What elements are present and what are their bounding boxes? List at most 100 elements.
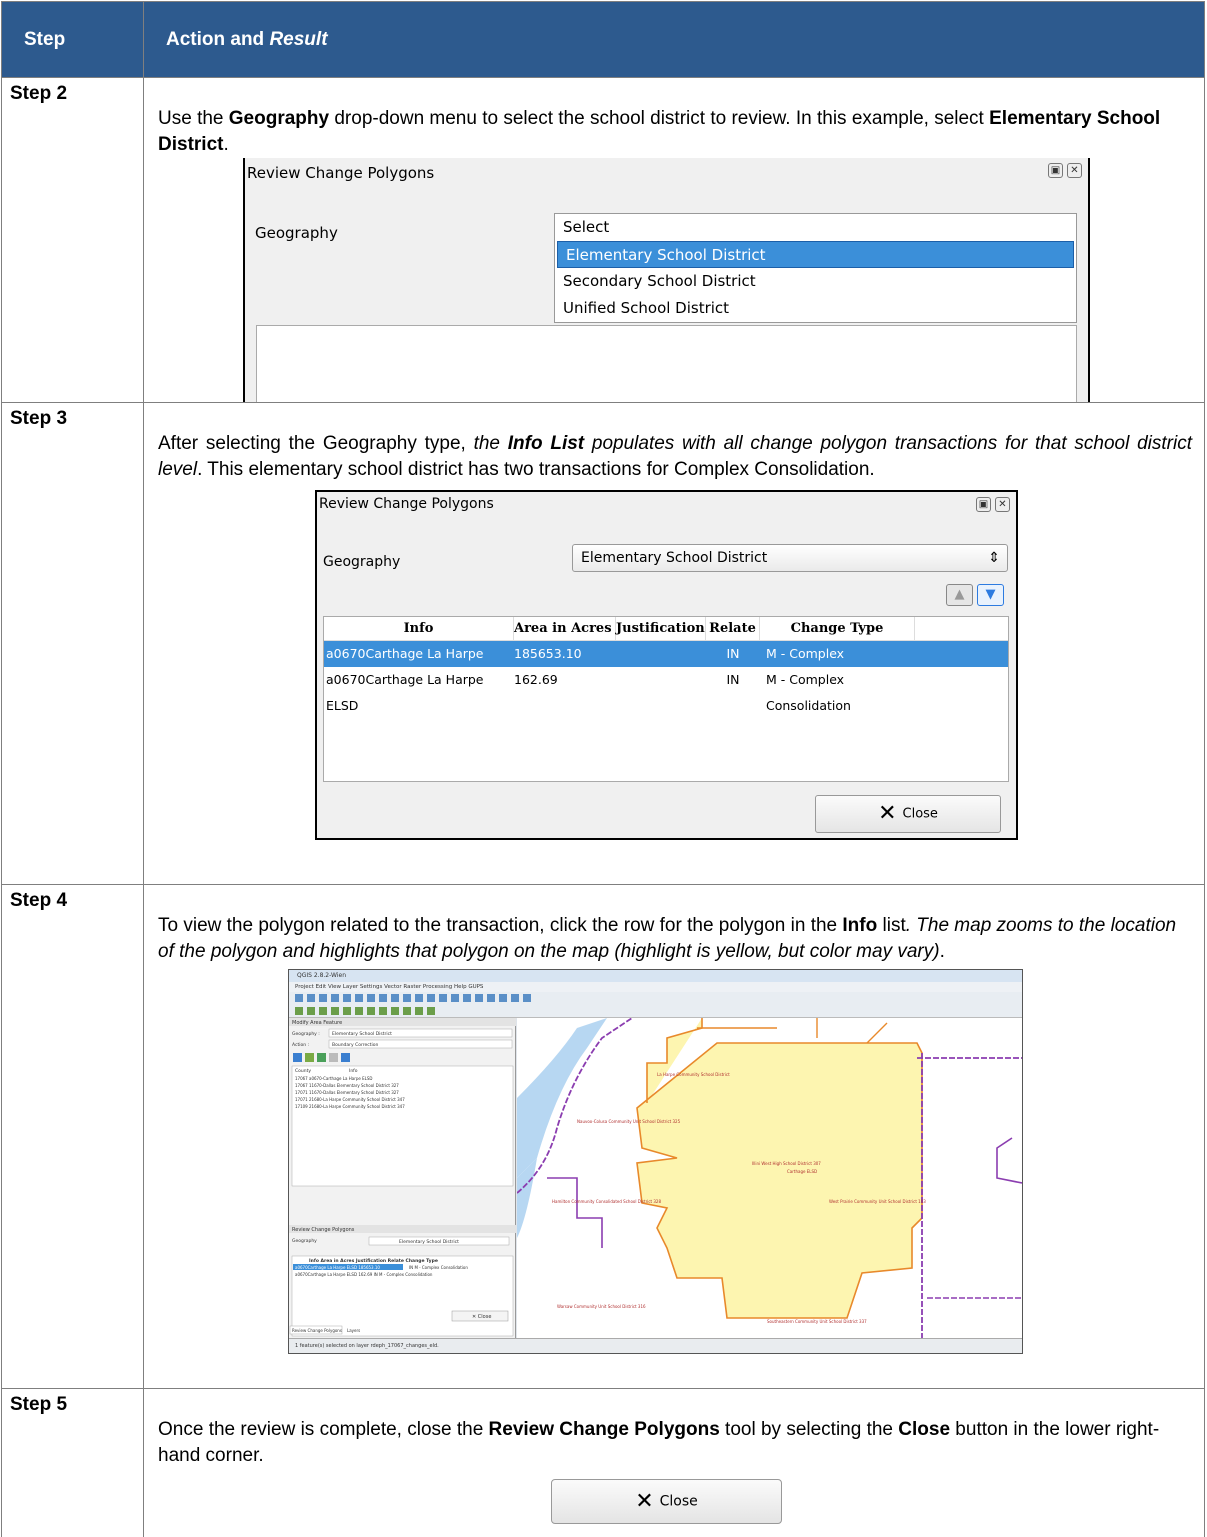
step-content: Use the Geography drop-down menu to sele…	[143, 77, 1205, 403]
svg-text:a0670Carthage La Harpe ELSD 16: a0670Carthage La Harpe ELSD 162.69 IN M …	[295, 1272, 433, 1277]
step-row-2: Step 2 Use the Geography drop-down menu …	[1, 77, 1205, 403]
up-arrow-button[interactable]: ▲	[946, 584, 973, 606]
dropdown-option[interactable]: Secondary School District	[555, 268, 1076, 295]
step-label: Step 4	[1, 884, 144, 1389]
cell-change-type: M - Complex Consolidation	[766, 646, 851, 687]
geography-dropdown-list[interactable]: Select Elementary School District Second…	[554, 213, 1077, 323]
navigation-buttons: ▲ ▼	[946, 584, 1004, 606]
svg-text:17067 a0670-Carthage La Harp: 17067 a0670-Carthage La Harpe ELSD	[295, 1076, 373, 1081]
cell-info: a0670Carthage La Harpe ELSD	[326, 646, 484, 687]
svg-text:Hamilton Community Consolidate: Hamilton Community Consolidated School D…	[552, 1199, 661, 1204]
header-action-italic: Result	[269, 28, 328, 50]
close-icon[interactable]: ✕	[995, 497, 1010, 512]
svg-text:Nauvoo-Colusa Community Unit S: Nauvoo-Colusa Community Unit School Dist…	[577, 1119, 681, 1124]
column-header[interactable]: Info	[324, 617, 514, 640]
svg-text:Info Area in Acres Jus: Info Area in Acres Justification Relate …	[309, 1258, 438, 1264]
float-icon[interactable]: ▣	[1048, 163, 1063, 178]
column-header[interactable]: Change Type	[760, 617, 915, 640]
cell-justification	[616, 641, 706, 667]
cell-area: 162.69	[514, 672, 558, 687]
qgis-status-bar: 1 feature(s) selected on layer rdeph_170…	[289, 1338, 1022, 1353]
panel-title-modify: Modify Area Feature	[292, 1020, 342, 1026]
column-header[interactable]: Relate	[706, 617, 760, 640]
cell-relate: IN	[726, 646, 740, 661]
svg-text:Geography :: Geography :	[292, 1031, 320, 1037]
qgis-map-canvas[interactable]: Carthage ELSD La Harpe Community School …	[516, 1017, 1022, 1340]
step-content: To view the polygon related to the trans…	[143, 884, 1205, 1389]
svg-text:Review Change Polygons: Review Change Polygons	[292, 1328, 342, 1333]
cell-relate: IN	[726, 672, 740, 687]
table-header-row: Step Action and Result	[1, 1, 1205, 78]
svg-text:a0670Carthage La Harpe ELSD 18: a0670Carthage La Harpe ELSD 185653.10	[295, 1265, 380, 1270]
column-header[interactable]: Justification	[616, 617, 706, 640]
steps-table: Step Action and Result Step 2 Use the Ge…	[1, 1, 1205, 1537]
info-list-box	[256, 325, 1077, 402]
svg-text:17071 21680-La Harpe Communi: 17071 21680-La Harpe Community School Di…	[295, 1097, 405, 1102]
svg-text:17071 11670-Dallas Elementar: 17071 11670-Dallas Elementary School Dis…	[295, 1090, 399, 1095]
svg-text:Carthage ELSD: Carthage ELSD	[787, 1169, 817, 1174]
svg-text:✕ Close: ✕ Close	[472, 1314, 491, 1320]
svg-text:Warsaw Community Unit School D: Warsaw Community Unit School District 31…	[557, 1304, 646, 1309]
svg-text:Southeastern Community Unit Sc: Southeastern Community Unit School Distr…	[767, 1319, 867, 1324]
dropdown-option[interactable]: Unified School District	[555, 295, 1076, 322]
dialog-title: Review Change Polygons	[319, 496, 494, 512]
geography-label: Geography	[255, 224, 338, 242]
step-description: Once the review is complete, close the R…	[158, 1419, 1160, 1466]
geography-select[interactable]: Elementary School District ⇕	[572, 544, 1008, 572]
qgis-menu-bar[interactable]: Project Edit View Layer Settings Vector …	[289, 982, 1022, 992]
svg-text:Layers: Layers	[347, 1328, 360, 1333]
svg-text:County: County	[295, 1068, 311, 1074]
float-icon[interactable]: ▣	[976, 497, 991, 512]
dialog-buttons: ▣ ✕	[976, 497, 1010, 512]
cell-info: a0670Carthage La Harpe ELSD	[326, 672, 484, 713]
step-row-3: Step 3 After selecting the Geography typ…	[1, 402, 1205, 885]
updown-arrows-icon: ⇕	[988, 550, 1000, 566]
qgis-title-bar: QGIS 2.8.2-Wien	[289, 970, 1022, 982]
qgis-left-panels: Modify Area Feature Geography : Elementa…	[289, 1018, 516, 1340]
svg-text:Boundary Correction: Boundary Correction	[332, 1042, 379, 1048]
svg-text:Elementary School District: Elementary School District	[332, 1031, 392, 1037]
header-action: Action and Result	[143, 1, 1205, 78]
step-description: Use the Geography drop-down menu to sele…	[158, 108, 1161, 155]
svg-text:Illini West High School Distri: Illini West High School District 307	[752, 1161, 821, 1166]
screenshot-info-list: Review Change Polygons ▣ ✕ Geography Ele…	[315, 490, 1018, 840]
cell-area: 185653.10	[514, 646, 582, 661]
table-row[interactable]: a0670Carthage La Harpe ELSD 162.69 IN M …	[324, 667, 1008, 713]
close-button[interactable]: ✕ Close	[815, 795, 1001, 833]
dropdown-option-selected[interactable]: Elementary School District	[557, 241, 1074, 268]
screenshot-geography-dropdown: Review Change Polygons ▣ ✕ Geography Sel…	[243, 158, 1090, 402]
dropdown-option[interactable]: Select	[555, 214, 1076, 241]
svg-text:IN M - Complex Consolidatio: IN M - Complex Consolidation	[409, 1265, 468, 1270]
step-label: Step 2	[1, 77, 144, 403]
toolbar-icons	[295, 994, 531, 1015]
qgis-toolbar[interactable]	[289, 992, 1022, 1018]
step-content: After selecting the Geography type, the …	[143, 402, 1205, 885]
dialog-buttons: ▣ ✕	[1048, 163, 1082, 178]
geography-label: Geography	[323, 554, 401, 570]
step-row-5: Step 5 Once the review is complete, clos…	[1, 1388, 1205, 1537]
svg-text:Geography: Geography	[292, 1238, 317, 1244]
header-action-plain: Action and	[166, 28, 270, 50]
svg-text:La Harpe Community School Dist: La Harpe Community School District	[657, 1072, 730, 1077]
step-row-4: Step 4 To view the polygon related to th…	[1, 884, 1205, 1389]
column-header[interactable]: Area in Acres	[514, 617, 616, 640]
info-table-header: Info Area in Acres Justification Relate …	[324, 617, 1008, 641]
close-button[interactable]: ✕ Close	[551, 1479, 782, 1524]
header-step: Step	[1, 1, 144, 78]
step-content: Once the review is complete, close the R…	[143, 1388, 1205, 1537]
close-icon[interactable]: ✕	[1067, 163, 1082, 178]
cell-justification	[616, 667, 706, 693]
info-table: Info Area in Acres Justification Relate …	[323, 616, 1009, 782]
table-row-selected[interactable]: a0670Carthage La Harpe ELSD 185653.10 IN…	[324, 641, 1008, 687]
step-description: To view the polygon related to the trans…	[158, 915, 1177, 962]
cell-change-type: M - Complex Consolidation	[766, 672, 851, 713]
svg-text:17109 21680-La Harpe Communi: 17109 21680-La Harpe Community School Di…	[295, 1104, 405, 1109]
down-arrow-button[interactable]: ▼	[977, 584, 1004, 606]
page: Step Action and Result Step 2 Use the Ge…	[0, 0, 1207, 1537]
screenshot-qgis-map: QGIS 2.8.2-Wien Project Edit View Layer …	[288, 969, 1023, 1354]
step-label: Step 5	[1, 1388, 144, 1537]
svg-text:Elementary School District: Elementary School District	[399, 1239, 459, 1245]
geography-select-value: Elementary School District	[581, 550, 768, 566]
qgis-panels-graphic: Modify Area Feature Geography : Elementa…	[289, 1018, 516, 1337]
dialog-title: Review Change Polygons	[247, 164, 435, 182]
